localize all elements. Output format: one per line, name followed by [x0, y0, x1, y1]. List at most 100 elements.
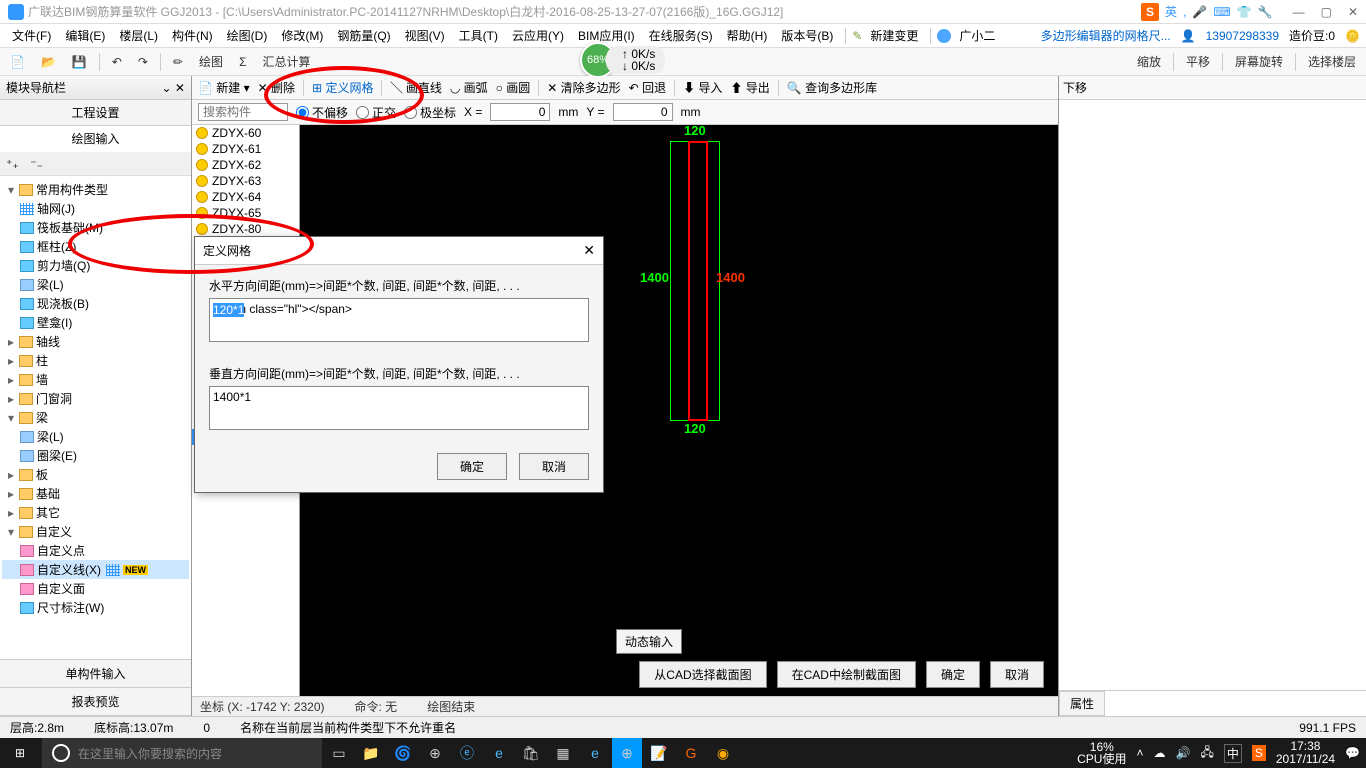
- tree-custom[interactable]: 自定义: [36, 523, 72, 540]
- summary-icon[interactable]: Σ: [235, 53, 250, 71]
- tray-onedrive-icon[interactable]: ☁: [1154, 746, 1166, 760]
- list-item[interactable]: ZDYX-65: [192, 205, 299, 221]
- taskbar-app-1[interactable]: 📁: [356, 738, 386, 768]
- tree-custompt[interactable]: 自定义点: [37, 542, 85, 559]
- menu-modify[interactable]: 修改(M): [275, 25, 329, 46]
- delete-button[interactable]: ✕ 删除: [258, 79, 295, 96]
- tree-opening[interactable]: 门窗洞: [36, 390, 72, 407]
- tray-ime[interactable]: 中: [1224, 744, 1242, 763]
- tab-single-input[interactable]: 单构件输入: [0, 660, 191, 688]
- tree-dimension[interactable]: 尺寸标注(W): [37, 599, 104, 616]
- menu-draw[interactable]: 绘图(D): [221, 25, 274, 46]
- taskbar-app-5[interactable]: ⊕: [612, 738, 642, 768]
- tree-customface[interactable]: 自定义面: [37, 580, 85, 597]
- export-button[interactable]: ⬆ 导出: [730, 79, 769, 96]
- tree-niche[interactable]: 壁龛(I): [37, 314, 72, 331]
- collapse-icon[interactable]: ⁻₋: [30, 157, 43, 171]
- list-item[interactable]: ZDYX-60: [192, 125, 299, 141]
- taskbar-store-icon[interactable]: 🛍: [516, 738, 546, 768]
- taskview-icon[interactable]: ▭: [324, 738, 354, 768]
- list-item[interactable]: ZDYX-64: [192, 189, 299, 205]
- no-offset-radio[interactable]: 不偏移: [296, 104, 348, 121]
- draw-icon[interactable]: ✏: [169, 53, 187, 71]
- query-button[interactable]: 🔍 查询多边形库: [787, 79, 877, 96]
- import-button[interactable]: ⬇ 导入: [683, 79, 722, 96]
- zoom-button[interactable]: 缩放: [1133, 51, 1165, 72]
- draw-label[interactable]: 绘图: [195, 51, 227, 72]
- dialog-cancel-button[interactable]: 取消: [519, 453, 589, 480]
- define-grid-button[interactable]: ⊞ 定义网格: [312, 79, 373, 96]
- tree-beam-folder[interactable]: 梁: [36, 409, 48, 426]
- ortho-radio[interactable]: 正交: [356, 104, 396, 121]
- tree-raft[interactable]: 筏板基础(M): [37, 219, 103, 236]
- cancel-button[interactable]: 取消: [990, 661, 1044, 688]
- down-button[interactable]: 下移: [1063, 79, 1087, 96]
- cad-draw-button[interactable]: 在CAD中绘制截面图: [777, 661, 916, 688]
- list-item[interactable]: ZDYX-61: [192, 141, 299, 157]
- rotate-button[interactable]: 屏幕旋转: [1231, 51, 1287, 72]
- user-avatar-icon[interactable]: [937, 29, 951, 43]
- component-tree[interactable]: ▾常用构件类型 轴网(J) 筏板基础(M) 框柱(Z) 剪力墙(Q) 梁(L) …: [0, 176, 191, 659]
- menu-edit[interactable]: 编辑(E): [59, 25, 111, 46]
- ime-voice-icon[interactable]: ,: [1183, 5, 1186, 19]
- dynamic-input-button[interactable]: 动态输入: [616, 629, 682, 654]
- notification-icon[interactable]: 💬: [1345, 746, 1360, 760]
- expand-icon[interactable]: ⁺₊: [6, 157, 19, 171]
- tree-framecol[interactable]: 框柱(Z): [37, 238, 76, 255]
- tree-other[interactable]: 其它: [36, 504, 60, 521]
- ime-mic-icon[interactable]: 🎤: [1192, 5, 1207, 19]
- tree-common[interactable]: 常用构件类型: [36, 181, 108, 198]
- tray-volume-icon[interactable]: 🔊: [1176, 746, 1191, 760]
- tree-beam1[interactable]: 梁(L): [37, 276, 64, 293]
- draw-circle-button[interactable]: ○ 画圆: [496, 79, 531, 96]
- menu-rebar[interactable]: 钢筋量(Q): [331, 25, 396, 46]
- tree-axis[interactable]: 轴线: [36, 333, 60, 350]
- nav-panel-close-icon[interactable]: ⌄ ✕: [162, 81, 185, 95]
- tab-report-preview[interactable]: 报表预览: [0, 688, 191, 716]
- new-change-button[interactable]: 新建变更: [864, 25, 924, 46]
- draw-arc-button[interactable]: ◡ 画弧: [450, 79, 488, 96]
- polar-radio[interactable]: 极坐标: [404, 104, 456, 121]
- cad-select-button[interactable]: 从CAD选择截面图: [639, 661, 766, 688]
- tray-sogou-icon[interactable]: S: [1252, 745, 1266, 761]
- taskbar-edge-icon[interactable]: e: [484, 738, 514, 768]
- phone-number[interactable]: 13907298339: [1206, 29, 1279, 43]
- menu-floor[interactable]: 楼层(L): [113, 25, 164, 46]
- clock[interactable]: 17:38 2017/11/24: [1276, 740, 1335, 766]
- close-icon[interactable]: ✕: [1348, 5, 1358, 19]
- menu-file[interactable]: 文件(F): [6, 25, 57, 46]
- search-input[interactable]: [198, 103, 288, 121]
- menu-tool[interactable]: 工具(T): [453, 25, 504, 46]
- draw-line-button[interactable]: ╲ 画直线: [390, 79, 441, 96]
- start-button[interactable]: ⊞: [0, 738, 40, 768]
- list-item[interactable]: ZDYX-63: [192, 173, 299, 189]
- ime-settings-icon[interactable]: 🔧: [1258, 5, 1273, 19]
- taskbar-search[interactable]: 在这里输入你要搜索的内容: [42, 738, 322, 768]
- taskbar-app-6[interactable]: G: [676, 738, 706, 768]
- menu-view[interactable]: 视图(V): [399, 25, 451, 46]
- taskbar-app-3[interactable]: ⊕: [420, 738, 450, 768]
- tray-network-icon[interactable]: 🖧: [1200, 743, 1213, 764]
- sogou-icon[interactable]: S: [1141, 3, 1159, 21]
- tab-project-settings[interactable]: 工程设置: [0, 100, 191, 126]
- taskbar-edge2-icon[interactable]: e: [580, 738, 610, 768]
- y-input[interactable]: [613, 103, 673, 121]
- save-file-icon[interactable]: 💾: [68, 53, 91, 71]
- taskbar-notes-icon[interactable]: 📝: [644, 738, 674, 768]
- ime-skin-icon[interactable]: 👕: [1237, 5, 1252, 19]
- coin-icon[interactable]: 🪙: [1345, 29, 1360, 43]
- clear-polygon-button[interactable]: ✕ 清除多边形: [547, 79, 620, 96]
- ime-lang[interactable]: 英: [1165, 3, 1177, 20]
- back-button[interactable]: ↶ 回退: [629, 79, 666, 96]
- x-input[interactable]: [490, 103, 550, 121]
- dialog-close-icon[interactable]: ✕: [583, 242, 595, 259]
- minimize-icon[interactable]: —: [1293, 5, 1305, 19]
- new-button[interactable]: 📄 新建 ▾: [198, 79, 250, 96]
- menu-help[interactable]: 帮助(H): [721, 25, 774, 46]
- undo-icon[interactable]: ↶: [108, 53, 126, 71]
- tree-column[interactable]: 柱: [36, 352, 48, 369]
- user-name[interactable]: 广小二: [953, 25, 1001, 46]
- tree-beam2[interactable]: 梁(L): [37, 428, 64, 445]
- tree-plate[interactable]: 板: [36, 466, 48, 483]
- open-file-icon[interactable]: 📂: [37, 53, 60, 71]
